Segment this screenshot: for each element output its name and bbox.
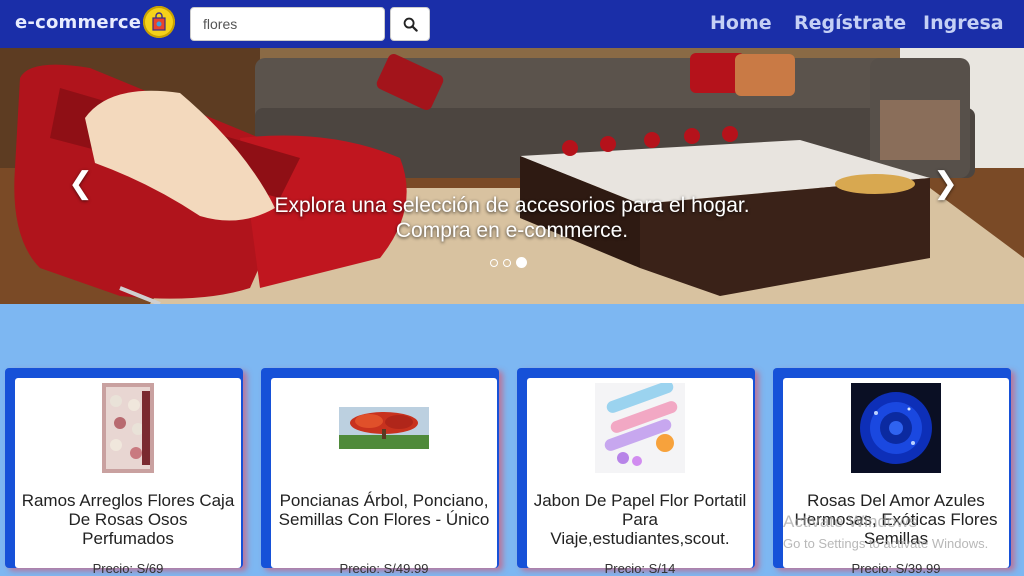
product-card[interactable]: Poncianas Árbol, Ponciano, Semillas Con …: [271, 378, 497, 576]
gift-box-image: [102, 383, 154, 473]
product-price: Precio: S/14: [604, 561, 676, 576]
soap-tubes-image: [595, 383, 685, 473]
carousel-indicator-3[interactable]: [516, 257, 527, 268]
nav-link-home[interactable]: Home: [710, 12, 772, 34]
navbar: e-commerce Home Regístrate Ingresa: [0, 0, 1024, 48]
activation-watermark-title: Activate Windows: [783, 512, 918, 531]
product-title[interactable]: Jabon De Papel Flor Portatil Para Viaje,…: [533, 491, 747, 548]
carousel-caption-title: Explora una selección de accesorios para…: [274, 194, 750, 217]
product-price: Precio: S/39.99: [851, 561, 941, 576]
search-button[interactable]: [390, 7, 430, 41]
product-card[interactable]: Jabon De Papel Flor Portatil Para Viaje,…: [527, 378, 753, 576]
chevron-right-icon[interactable]: ❯: [933, 166, 958, 201]
carousel-caption-subtitle: Compra en e-commerce.: [395, 219, 629, 242]
search-input[interactable]: [190, 7, 385, 41]
product-card-frame: Poncianas Árbol, Ponciano, Semillas Con …: [261, 368, 499, 576]
carousel-indicator-2[interactable]: [503, 258, 511, 267]
product-price: Precio: S/49.99: [339, 561, 429, 576]
product-price: Precio: S/69: [92, 561, 164, 576]
product-title[interactable]: Poncianas Árbol, Ponciano, Semillas Con …: [277, 491, 491, 529]
hero-carousel: Explora una selección de accesorios para…: [0, 48, 1024, 304]
tree-image: [339, 407, 429, 449]
nav-link-login[interactable]: Ingresa: [923, 12, 1004, 34]
carousel-indicator-1[interactable]: [490, 258, 498, 267]
product-card-frame: Jabon De Papel Flor Portatil Para Viaje,…: [517, 368, 755, 576]
shopping-bag-icon[interactable]: [143, 6, 175, 38]
blue-rose-image: [851, 383, 941, 473]
carousel-indicators: [490, 257, 527, 268]
brand-name[interactable]: e-commerce: [15, 12, 141, 33]
chevron-left-icon[interactable]: ❮: [68, 166, 93, 201]
activation-watermark-subtitle: Go to Settings to activate Windows.: [783, 536, 989, 551]
nav-link-register[interactable]: Regístrate: [794, 12, 906, 34]
product-card[interactable]: Ramos Arreglos Flores Caja De Rosas Osos…: [15, 378, 241, 576]
product-title[interactable]: Ramos Arreglos Flores Caja De Rosas Osos…: [21, 491, 235, 548]
product-card-frame: Ramos Arreglos Flores Caja De Rosas Osos…: [5, 368, 243, 576]
search-icon: [403, 17, 418, 32]
